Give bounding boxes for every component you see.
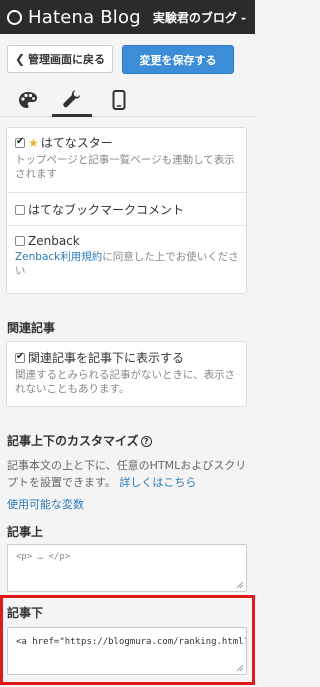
resize-handle-icon[interactable] [236,581,244,589]
option-description: 関連するとみられる記事がないときに、表示されないこともあります。 [15,369,236,395]
tab-customize[interactable] [52,83,92,117]
option-label: Zenback [28,234,80,248]
help-icon[interactable]: ? [140,436,152,447]
bookmark-comment-checkbox[interactable] [15,205,25,215]
related-articles-checkbox[interactable] [15,351,25,363]
star-icon: ★ [28,136,39,150]
option-zenback[interactable]: Zenback Zenback利用規約に同意した上でお使いください [7,226,246,293]
save-changes-button[interactable]: 変更を保存する [122,45,234,74]
top-bar: Hatena Blog 実験君のブログ - [0,0,255,34]
above-article-value: <p> … </p> [16,552,71,562]
back-to-admin-button[interactable]: ❮ 管理画面に戻る [7,45,113,73]
option-description: トップページと記事一覧ページも連動して表示されます [15,154,235,180]
customize-description: 記事本文の上と下に、任意のHTMLおよびスクリプトを設置できます。 詳しくはこち… [7,457,247,491]
related-articles-card: 関連記事を記事下に表示する 関連するとみられる記事がないときに、表示されないこと… [6,341,247,407]
option-hatena-star[interactable]: ★はてなスター トップページと記事一覧ページも連動して表示されます [7,128,246,193]
zenback-terms-link[interactable]: Zenback利用規約 [15,251,102,263]
back-to-admin-label: 管理画面に戻る [28,53,106,66]
customize-section-title: 記事上下のカスタマイズ? [7,432,152,449]
related-articles-title: 関連記事 [7,321,56,335]
action-buttons: ❮ 管理画面に戻る 変更を保存する [0,45,255,75]
logo-mark-icon [7,9,22,25]
chevron-left-icon: ❮ [14,52,26,66]
above-article-textarea[interactable]: <p> … </p> [7,544,247,592]
wrench-icon [63,90,80,107]
option-label: はてなスター [40,136,113,150]
option-label: はてなブックマークコメント [28,203,185,217]
palette-icon [19,92,37,108]
customize-title-text: 記事上下のカスタマイズ [7,434,139,448]
available-variables-link[interactable]: 使用可能な変数 [7,496,84,512]
option-hatena-bookmark-comment[interactable]: はてなブックマークコメント [7,193,246,226]
option-related-articles[interactable]: 関連記事を記事下に表示する 関連するとみられる記事がないときに、表示されないこと… [7,342,246,406]
tab-design[interactable] [8,83,48,117]
above-article-title: 記事上 [7,525,44,539]
blog-name[interactable]: 実験君のブログ - [153,9,246,26]
tab-smartphone[interactable] [99,83,139,117]
zenback-checkbox[interactable] [15,236,25,246]
option-label: 関連記事を記事下に表示する [28,351,185,365]
hatena-blog-logo[interactable]: Hatena Blog [7,7,141,28]
hatena-star-checkbox[interactable] [15,136,25,148]
share-options-card: ★はてなスター トップページと記事一覧ページも連動して表示されます はてなブック… [6,127,247,294]
more-details-link[interactable]: 詳しくはこちら [119,476,196,489]
logo-text: Hatena Blog [28,6,141,28]
smartphone-icon [112,90,126,110]
settings-tabs [0,83,255,117]
highlight-box [0,595,255,685]
